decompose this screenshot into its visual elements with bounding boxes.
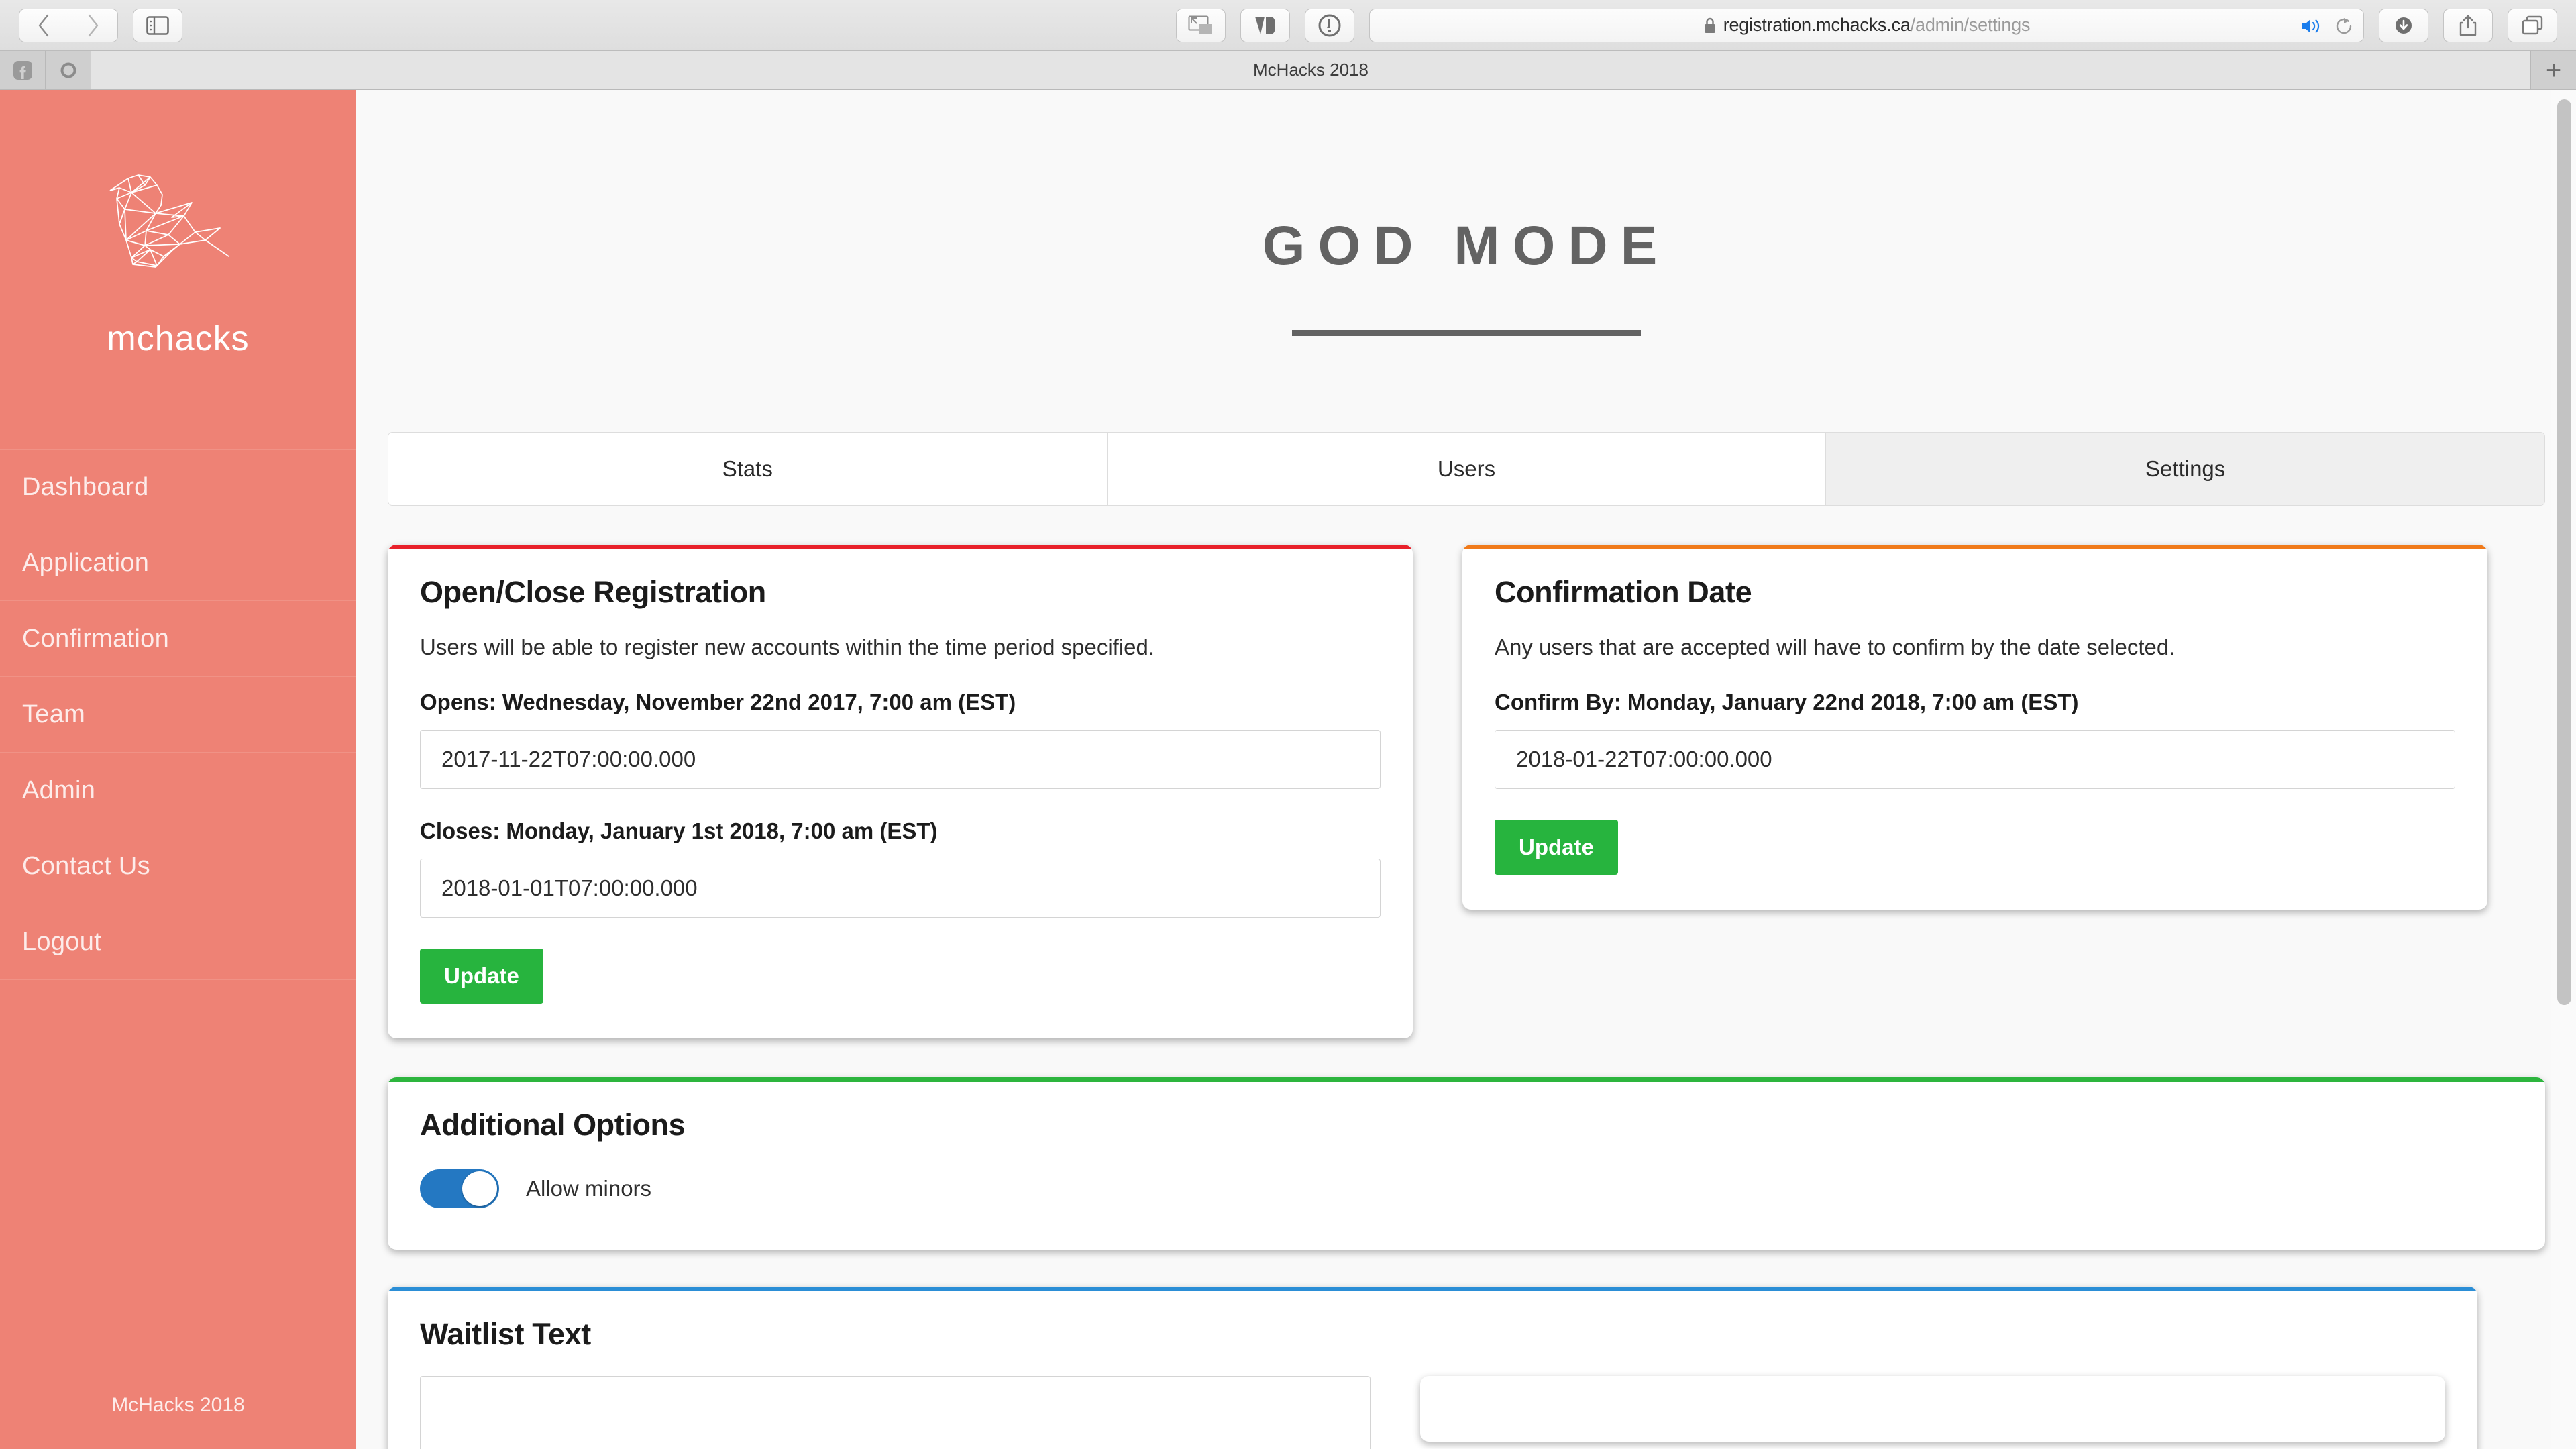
reload-icon[interactable] — [2334, 16, 2354, 36]
sidebar-item-dashboard[interactable]: Dashboard — [0, 449, 356, 525]
confirm-date-input[interactable]: 2018-01-22T07:00:00.000 — [1495, 730, 2455, 789]
title-divider — [1292, 330, 1641, 336]
allow-minors-row: Allow minors — [420, 1169, 2513, 1208]
speaker-audio-icon[interactable] — [2300, 17, 2323, 36]
nav-button-group — [19, 9, 118, 42]
sidebar-item-application[interactable]: Application — [0, 525, 356, 601]
browser-chrome: registration.mchacks.ca/admin/settings — [0, 0, 2576, 90]
tab-stats[interactable]: Stats — [388, 433, 1108, 505]
pinned-tab-facebook[interactable] — [0, 51, 46, 89]
active-tab-title: McHacks 2018 — [1253, 60, 1368, 80]
card-description: Any users that are accepted will have to… — [1495, 635, 2455, 660]
brand-block: mchacks — [0, 90, 356, 359]
card-title: Additional Options — [420, 1108, 2513, 1142]
browser-toolbar: registration.mchacks.ca/admin/settings — [0, 0, 2576, 51]
sidebar-item-label: Confirmation — [22, 625, 169, 653]
confirm-date-value: 2018-01-22T07:00:00.000 — [1516, 747, 1772, 772]
sidebar-item-contact-us[interactable]: Contact Us — [0, 828, 356, 904]
page-content: mchacks Dashboard Application Confirmati… — [0, 90, 2576, 1449]
card-description: Users will be able to register new accou… — [420, 635, 1381, 660]
allow-minors-label: Allow minors — [526, 1176, 651, 1201]
card-title: Confirmation Date — [1495, 575, 2455, 610]
closes-date-value: 2018-01-01T07:00:00.000 — [441, 875, 698, 901]
facebook-favicon — [12, 60, 34, 81]
sidebar-item-label: Contact Us — [22, 852, 150, 881]
tab-label: Settings — [2145, 456, 2225, 482]
allow-minors-toggle[interactable] — [420, 1169, 499, 1208]
sidebar-item-admin[interactable]: Admin — [0, 753, 356, 828]
opens-label: Opens: Wednesday, November 22nd 2017, 7:… — [420, 690, 1381, 715]
tab-label: Users — [1438, 456, 1495, 482]
closes-label: Closes: Monday, January 1st 2018, 7:00 a… — [420, 818, 1381, 844]
tab-overview-button[interactable] — [2508, 9, 2557, 42]
sidebar-footer: McHacks 2018 — [0, 1394, 356, 1417]
waitlist-textarea[interactable] — [420, 1376, 1371, 1449]
pinned-tab-circle[interactable] — [46, 51, 91, 89]
sidebar-item-label: Logout — [22, 928, 101, 957]
1password-button[interactable] — [1305, 9, 1354, 42]
waitlist-row: Waitlist Text — [388, 1287, 2545, 1449]
settings-cards-row: Open/Close Registration Users will be ab… — [388, 545, 2545, 1038]
app-sidebar: mchacks Dashboard Application Confirmati… — [0, 90, 356, 1449]
sidebar-item-label: Application — [22, 549, 149, 578]
mchacks-bird-logo-icon — [105, 170, 252, 294]
waitlist-text-card: Waitlist Text — [388, 1287, 2477, 1449]
vd-extension-icon — [1253, 14, 1277, 37]
tab-users[interactable]: Users — [1108, 433, 1827, 505]
sidebar-item-label: Team — [22, 700, 85, 729]
toggle-knob — [462, 1171, 497, 1206]
confirmation-date-card: Confirmation Date Any users that are acc… — [1462, 545, 2487, 910]
scrollbar-thumb[interactable] — [2557, 99, 2571, 1005]
sidebar-nav: Dashboard Application Confirmation Team … — [0, 449, 356, 980]
share-icon — [2458, 14, 2478, 37]
sidebar-item-confirmation[interactable]: Confirmation — [0, 601, 356, 677]
main-scrollbar[interactable] — [2551, 90, 2576, 1449]
back-button[interactable] — [19, 9, 68, 42]
1password-icon — [1318, 13, 1342, 38]
update-registration-button[interactable]: Update — [420, 949, 543, 1004]
forward-button[interactable] — [68, 9, 118, 42]
picture-in-picture-icon — [1188, 15, 1214, 36]
card-title: Open/Close Registration — [420, 575, 1381, 610]
main-content: GOD MODE Stats Users Settings Open/Close… — [356, 90, 2576, 1449]
downloads-icon — [2392, 14, 2415, 37]
active-browser-tab[interactable]: McHacks 2018 — [91, 51, 2530, 89]
brand-name: mchacks — [107, 319, 249, 359]
tab-settings[interactable]: Settings — [1826, 433, 2544, 505]
additional-options-card: Additional Options Allow minors — [388, 1077, 2545, 1250]
page-title: GOD MODE — [356, 90, 2576, 278]
address-bar[interactable]: registration.mchacks.ca/admin/settings — [1369, 9, 2364, 42]
tab-overview-icon — [2521, 15, 2544, 36]
downloads-button[interactable] — [2379, 9, 2428, 42]
settings-tab-strip: Stats Users Settings — [388, 432, 2545, 506]
chevron-right-icon — [87, 14, 100, 37]
url-path: /admin/settings — [1911, 15, 2031, 35]
circle-favicon — [58, 60, 78, 80]
sidebar-item-logout[interactable]: Logout — [0, 904, 356, 980]
browser-tab-bar: McHacks 2018 + — [0, 51, 2576, 90]
tab-label: Stats — [722, 456, 773, 482]
confirm-by-label: Confirm By: Monday, January 22nd 2018, 7… — [1495, 690, 2455, 715]
picture-in-picture-button[interactable] — [1176, 9, 1226, 42]
sidebar-toggle-button[interactable] — [133, 9, 182, 42]
chevron-left-icon — [37, 14, 50, 37]
open-close-registration-card: Open/Close Registration Users will be ab… — [388, 545, 1413, 1038]
sidebar-item-label: Dashboard — [22, 473, 149, 502]
opens-date-input[interactable]: 2017-11-22T07:00:00.000 — [420, 730, 1381, 789]
new-tab-button[interactable]: + — [2530, 51, 2576, 89]
plus-icon: + — [2546, 57, 2561, 84]
sidebar-item-team[interactable]: Team — [0, 677, 356, 753]
update-confirmation-button[interactable]: Update — [1495, 820, 1618, 875]
vd-extension-button[interactable] — [1240, 9, 1290, 42]
side-blank-panel — [1420, 1376, 2445, 1442]
closes-date-input[interactable]: 2018-01-01T07:00:00.000 — [420, 859, 1381, 918]
address-bar-text: registration.mchacks.ca/admin/settings — [1723, 15, 2031, 36]
share-button[interactable] — [2443, 9, 2493, 42]
sidebar-item-label: Admin — [22, 776, 95, 805]
card-title: Waitlist Text — [420, 1317, 2445, 1352]
opens-date-value: 2017-11-22T07:00:00.000 — [441, 747, 696, 772]
url-domain: registration.mchacks.ca — [1723, 15, 1911, 35]
sidebar-toggle-icon — [146, 16, 169, 35]
lock-icon — [1703, 17, 1717, 34]
